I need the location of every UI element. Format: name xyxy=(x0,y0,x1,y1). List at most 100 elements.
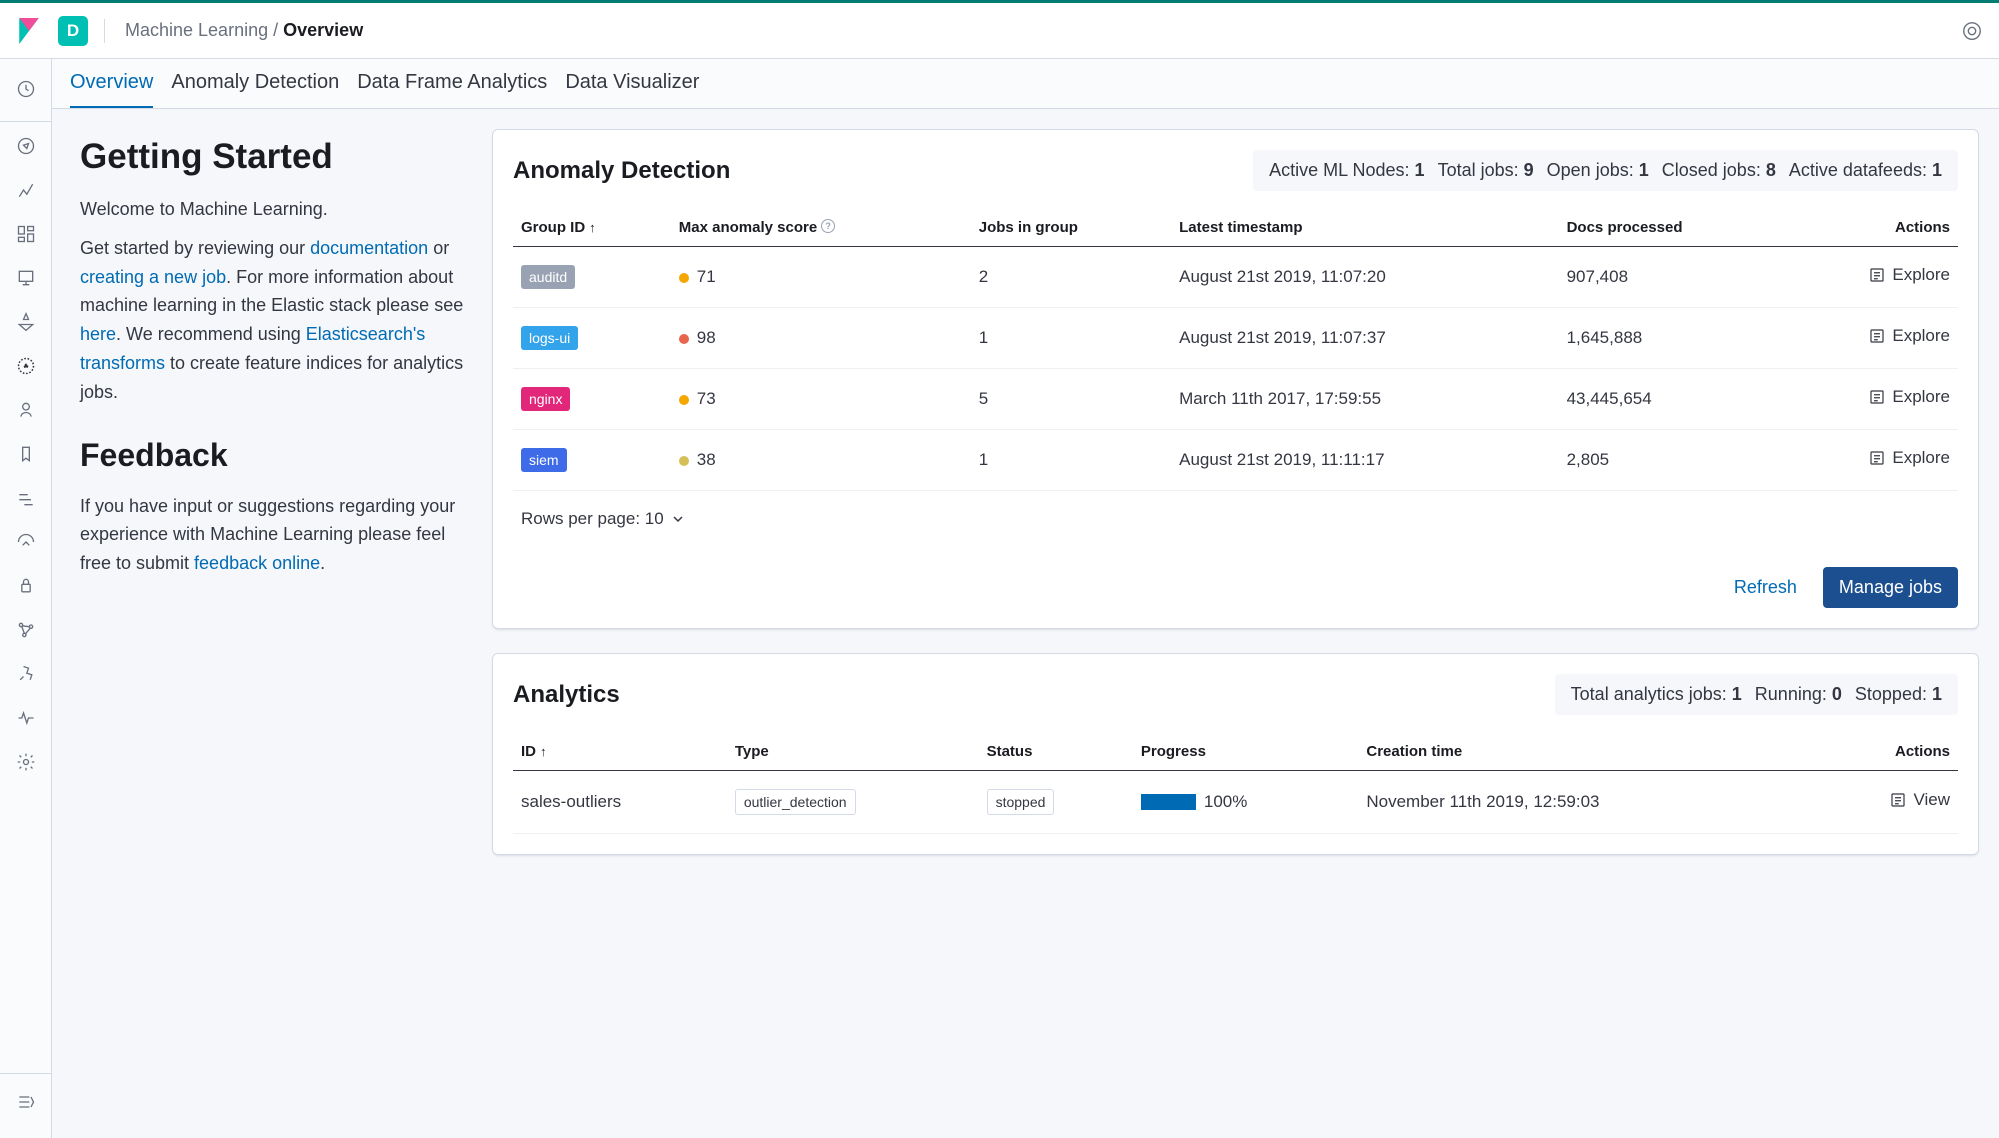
analytics-panel: Analytics Total analytics jobs: 1 Runnin… xyxy=(492,653,1979,855)
analytics-stats: Total analytics jobs: 1 Running: 0 Stopp… xyxy=(1555,674,1958,715)
nav-ml-icon[interactable] xyxy=(8,348,44,384)
nav-graph-icon[interactable] xyxy=(8,612,44,648)
nav-recent-icon[interactable] xyxy=(8,71,44,107)
tab-anomaly-detection[interactable]: Anomaly Detection xyxy=(171,71,339,108)
docs-value: 1,645,888 xyxy=(1559,308,1788,369)
space-badge[interactable]: D xyxy=(58,16,88,46)
explore-link[interactable]: Explore xyxy=(1868,387,1950,407)
col-type[interactable]: Type xyxy=(727,735,979,771)
table-row: logs-ui981August 21st 2019, 11:07:371,64… xyxy=(513,308,1958,369)
group-badge: nginx xyxy=(521,387,570,411)
kibana-logo-icon[interactable] xyxy=(16,18,42,44)
col-actions: Actions xyxy=(1817,735,1958,771)
tabs: Overview Anomaly Detection Data Frame An… xyxy=(52,59,1999,109)
jobs-value: 2 xyxy=(971,247,1171,308)
nav-canvas-icon[interactable] xyxy=(8,260,44,296)
breadcrumb-current: Overview xyxy=(283,20,363,40)
nav-discover-icon[interactable] xyxy=(8,128,44,164)
created-value: November 11th 2019, 12:59:03 xyxy=(1358,771,1817,834)
explore-link[interactable]: Explore xyxy=(1868,326,1950,346)
tab-data-visualizer[interactable]: Data Visualizer xyxy=(565,71,699,108)
status-badge: stopped xyxy=(987,789,1055,815)
docs-value: 907,408 xyxy=(1559,247,1788,308)
col-latest-timestamp[interactable]: Latest timestamp xyxy=(1171,211,1558,247)
help-icon[interactable]: ? xyxy=(821,219,835,233)
group-badge: siem xyxy=(521,448,567,472)
newsfeed-icon[interactable] xyxy=(1961,20,1983,42)
timestamp-value: August 21st 2019, 11:07:37 xyxy=(1171,308,1558,369)
nav-metrics-icon[interactable] xyxy=(8,392,44,428)
table-row: siem381August 21st 2019, 11:11:172,805Ex… xyxy=(513,430,1958,491)
breadcrumb: Machine Learning / Overview xyxy=(125,20,363,41)
chevron-down-icon xyxy=(672,513,684,525)
main: Overview Anomaly Detection Data Frame An… xyxy=(52,59,1999,1138)
top-bar: D Machine Learning / Overview xyxy=(0,3,1999,59)
col-creation-time[interactable]: Creation time xyxy=(1358,735,1817,771)
tab-overview[interactable]: Overview xyxy=(70,71,153,108)
group-badge: logs-ui xyxy=(521,326,578,350)
nav-uptime-icon[interactable] xyxy=(8,524,44,560)
table-row: sales-outliers outlier_detection stopped 10… xyxy=(513,771,1958,834)
manage-jobs-button[interactable]: Manage jobs xyxy=(1823,567,1958,608)
anomaly-stats: Active ML Nodes: 1 Total jobs: 9 Open jo… xyxy=(1253,150,1958,191)
timestamp-value: August 21st 2019, 11:11:17 xyxy=(1171,430,1558,491)
nav-monitoring-icon[interactable] xyxy=(8,700,44,736)
link-documentation[interactable]: documentation xyxy=(310,238,428,258)
anomaly-table: Group ID↑ Max anomaly score? Jobs in gro… xyxy=(513,211,1958,491)
analytics-title: Analytics xyxy=(513,681,620,709)
group-badge: auditd xyxy=(521,265,575,289)
docs-value: 2,805 xyxy=(1559,430,1788,491)
col-max-anomaly[interactable]: Max anomaly score? xyxy=(671,211,971,247)
anomaly-panel: Anomaly Detection Active ML Nodes: 1 Tot… xyxy=(492,129,1979,629)
nav-logs-icon[interactable] xyxy=(8,436,44,472)
nav-visualize-icon[interactable] xyxy=(8,172,44,208)
link-feedback-online[interactable]: feedback online xyxy=(194,553,320,573)
anomaly-title: Anomaly Detection xyxy=(513,157,730,185)
timestamp-value: March 11th 2017, 17:59:55 xyxy=(1171,369,1558,430)
docs-value: 43,445,654 xyxy=(1559,369,1788,430)
analytics-table: ID↑ Type Status Progress Creation time A… xyxy=(513,735,1958,834)
table-row: nginx 73 5March 11th 2017, 17:59:5543,445,… xyxy=(513,369,1958,430)
nav-dev-icon[interactable] xyxy=(8,656,44,692)
id-value: sales-outliers xyxy=(513,771,727,834)
left-nav xyxy=(0,59,52,1138)
col-progress[interactable]: Progress xyxy=(1133,735,1358,771)
nav-management-icon[interactable] xyxy=(8,744,44,780)
col-group-id[interactable]: Group ID↑ xyxy=(513,211,671,247)
refresh-button[interactable]: Refresh xyxy=(1722,567,1809,608)
type-badge: outlier_detection xyxy=(735,789,856,815)
link-here[interactable]: here xyxy=(80,324,116,344)
col-status[interactable]: Status xyxy=(979,735,1133,771)
col-id[interactable]: ID↑ xyxy=(513,735,727,771)
breadcrumb-parent[interactable]: Machine Learning xyxy=(125,20,268,40)
feedback-title: Feedback xyxy=(80,437,464,474)
progress-cell: 100% xyxy=(1141,792,1350,812)
nav-collapse-icon[interactable] xyxy=(8,1084,44,1120)
score-value: 38 xyxy=(697,450,716,469)
nav-apm-icon[interactable] xyxy=(8,480,44,516)
explore-link[interactable]: Explore xyxy=(1868,448,1950,468)
severity-dot-icon xyxy=(679,395,689,405)
sort-asc-icon: ↑ xyxy=(589,220,596,235)
link-create-job[interactable]: creating a new job xyxy=(80,267,226,287)
getting-started-title: Getting Started xyxy=(80,137,464,177)
score-value: 71 xyxy=(697,267,716,286)
nav-maps-icon[interactable] xyxy=(8,304,44,340)
severity-dot-icon xyxy=(679,334,689,344)
jobs-value: 5 xyxy=(971,369,1171,430)
severity-dot-icon xyxy=(679,456,689,466)
rows-per-page[interactable]: Rows per page: 10 xyxy=(521,509,1950,529)
progress-value: 100% xyxy=(1204,792,1247,812)
view-link[interactable]: View xyxy=(1889,790,1950,810)
col-jobs-in-group[interactable]: Jobs in group xyxy=(971,211,1171,247)
timestamp-value: August 21st 2019, 11:07:20 xyxy=(1171,247,1558,308)
nav-dashboard-icon[interactable] xyxy=(8,216,44,252)
progress-bar xyxy=(1141,794,1196,810)
getting-started-panel: Getting Started Welcome to Machine Learn… xyxy=(72,129,472,855)
col-docs-processed[interactable]: Docs processed xyxy=(1559,211,1788,247)
score-value: 98 xyxy=(697,328,716,347)
explore-link[interactable]: Explore xyxy=(1868,265,1950,285)
tab-data-frame-analytics[interactable]: Data Frame Analytics xyxy=(357,71,547,108)
score-value: 73 xyxy=(697,389,716,408)
nav-siem-icon[interactable] xyxy=(8,568,44,604)
